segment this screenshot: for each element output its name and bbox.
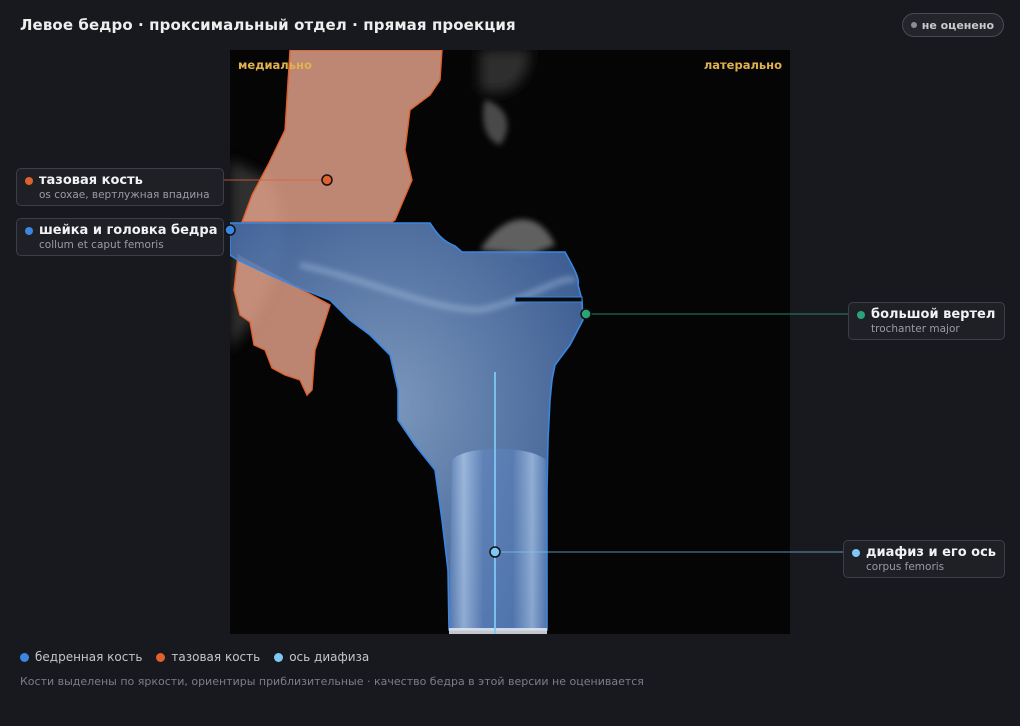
- status-dot-icon: [910, 22, 917, 28]
- annotation-card-trochanter[interactable]: большой вертел trochanter major: [848, 302, 1005, 340]
- orientation-medial: медиально: [238, 58, 312, 72]
- annotation-card-pelvis[interactable]: тазовая кость os coxae, вертлужная впади…: [16, 168, 224, 206]
- legend: бедренная кость тазовая кость ось диафиз…: [20, 650, 369, 664]
- legend-label: ось диафиза: [289, 650, 370, 664]
- annotation-name: шейка и головка бедра: [39, 223, 218, 238]
- legend-item-pelvis: тазовая кость: [156, 650, 260, 664]
- legend-label: бедренная кость: [35, 650, 143, 664]
- shaft-dot-icon: [852, 548, 860, 557]
- annotation-name: тазовая кость: [39, 173, 143, 188]
- femur-legend-dot-icon: [20, 652, 29, 662]
- status-badge: не оценено: [901, 13, 1004, 37]
- legend-item-shaft-axis: ось диафиза: [274, 650, 369, 664]
- footnote: Кости выделены по яркости, ориентиры при…: [20, 675, 644, 688]
- legend-item-femur: бедренная кость: [20, 650, 142, 664]
- page-title: Левое бедро · проксимальный отдел · прям…: [20, 16, 516, 34]
- pelvis-legend-dot-icon: [156, 652, 166, 662]
- orientation-lateral: латерально: [703, 58, 782, 72]
- annotation-card-femoral-neck[interactable]: шейка и головка бедра collum et caput fe…: [16, 218, 224, 256]
- femur-dot-icon: [25, 226, 33, 235]
- axis-legend-dot-icon: [274, 652, 284, 662]
- annotation-latin: os coxae, вертлужная впадина: [39, 189, 210, 201]
- xray-viewer[interactable]: медиально латерально: [230, 50, 790, 634]
- legend-label: тазовая кость: [171, 650, 261, 664]
- pelvis-dot-icon: [25, 176, 33, 185]
- annotation-name: диафиз и его ось: [866, 545, 997, 560]
- xray-image: [230, 50, 790, 634]
- annotation-latin: collum et caput femoris: [39, 239, 164, 251]
- annotation-latin: corpus femoris: [866, 561, 945, 573]
- annotation-card-shaft[interactable]: диафиз и его ось corpus femoris: [843, 540, 1005, 578]
- annotation-name: большой вертел: [871, 307, 996, 322]
- annotation-latin: trochanter major: [871, 323, 960, 335]
- status-badge-label: не оценено: [921, 18, 994, 32]
- trochanter-dot-icon: [857, 310, 865, 319]
